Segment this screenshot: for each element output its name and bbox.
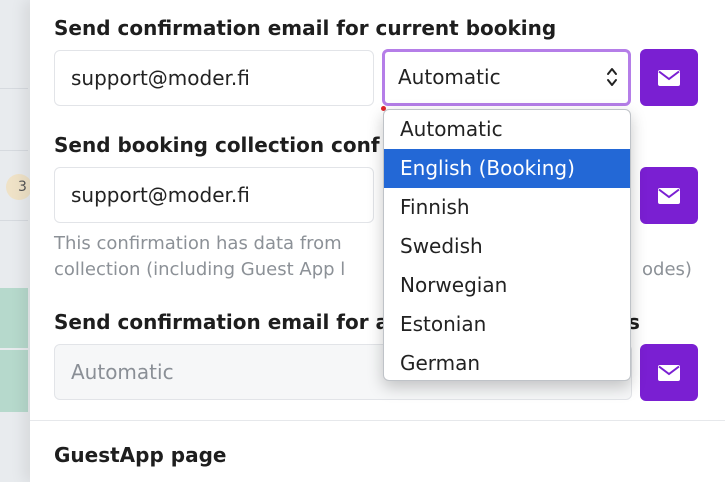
- bg-row-highlight: [0, 288, 28, 348]
- envelope-icon: [658, 187, 680, 204]
- send-all-bookings-button[interactable]: [640, 344, 698, 401]
- all-bookings-label: Send confirmation email for a: [54, 310, 390, 334]
- background-page: [0, 0, 30, 482]
- dropdown-option[interactable]: Automatic: [384, 110, 630, 149]
- collection-helper-text: This confirmation has data from collecti…: [54, 231, 345, 283]
- dropdown-option[interactable]: German: [384, 344, 630, 380]
- helper-line-1: This confirmation has data from: [54, 233, 342, 254]
- dropdown-option[interactable]: Estonian: [384, 305, 630, 344]
- current-booking-email-input[interactable]: support@moder.fi: [54, 50, 374, 106]
- send-confirmation-panel: Send confirmation email for current book…: [30, 0, 725, 482]
- envelope-icon: [658, 364, 680, 381]
- bg-count-badge: 3: [6, 174, 32, 200]
- bg-divider: [0, 150, 28, 151]
- language-dropdown-list: Automatic English (Booking) Finnish Swed…: [383, 109, 631, 381]
- language-select[interactable]: Automatic: [382, 49, 631, 106]
- dropdown-option[interactable]: Finnish: [384, 188, 630, 227]
- dropdown-option[interactable]: Norwegian: [384, 266, 630, 305]
- bg-divider: [0, 88, 28, 89]
- envelope-icon: [658, 69, 680, 86]
- up-down-chevron-icon: [607, 68, 617, 86]
- dropdown-option-selected[interactable]: English (Booking): [384, 149, 630, 188]
- bg-divider: [0, 220, 28, 221]
- current-booking-label: Send confirmation email for current book…: [54, 16, 557, 40]
- send-collection-button[interactable]: [640, 167, 698, 224]
- guestapp-heading: GuestApp page: [54, 443, 227, 467]
- dropdown-option[interactable]: Swedish: [384, 227, 630, 266]
- section-divider: [30, 420, 725, 421]
- send-current-booking-button[interactable]: [640, 49, 698, 106]
- bg-row-highlight: [0, 350, 28, 412]
- helper-line-2-tail: odes): [642, 259, 692, 280]
- collection-label: Send booking collection conf: [54, 133, 380, 157]
- helper-line-2: collection (including Guest App l: [54, 259, 346, 280]
- language-select-value: Automatic: [398, 65, 501, 89]
- collection-email-input[interactable]: support@moder.fi: [54, 167, 374, 223]
